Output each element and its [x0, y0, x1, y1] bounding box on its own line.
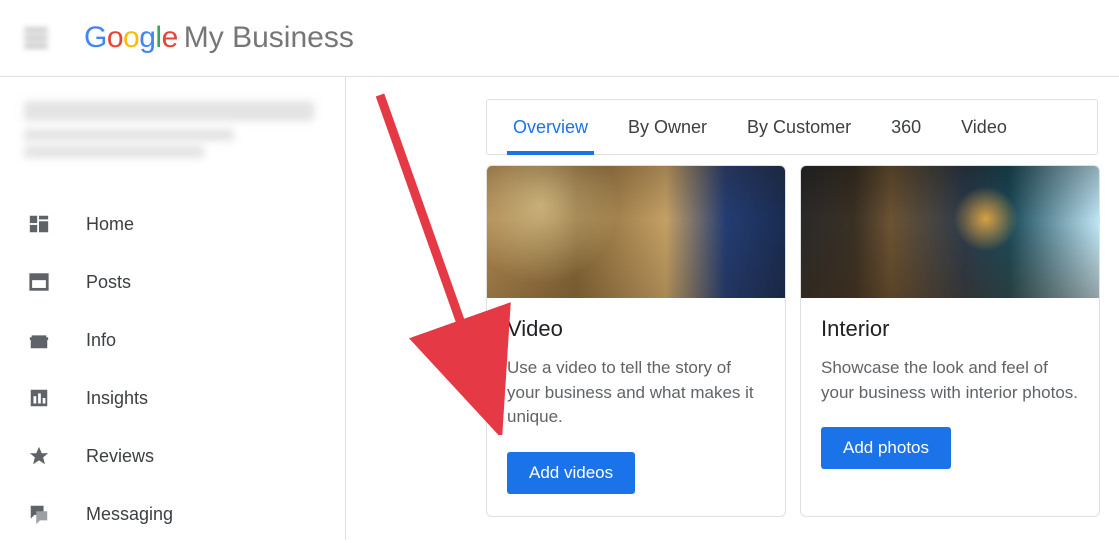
card-title: Video — [507, 316, 765, 342]
sidebar-item-home[interactable]: Home — [0, 195, 345, 253]
home-icon — [28, 213, 50, 235]
sidebar-item-label: Messaging — [86, 504, 173, 525]
card-interior: Interior Showcase the look and feel of y… — [800, 165, 1100, 517]
add-photos-button[interactable]: Add photos — [821, 427, 951, 469]
photo-tabs: Overview By Owner By Customer 360 Video — [486, 99, 1098, 155]
tab-video[interactable]: Video — [941, 100, 1027, 154]
sidebar-item-label: Home — [86, 214, 134, 235]
reviews-icon — [28, 445, 50, 467]
video-thumbnail[interactable] — [487, 166, 785, 298]
tab-label: By Owner — [628, 117, 707, 138]
card-description: Use a video to tell the story of your bu… — [507, 356, 765, 430]
posts-icon — [28, 271, 50, 293]
info-icon — [28, 329, 50, 351]
sidebar-item-label: Insights — [86, 388, 148, 409]
tab-label: Overview — [513, 117, 588, 138]
sidebar: Home Posts Info Insights Reviews Messagi… — [0, 77, 346, 540]
add-videos-button[interactable]: Add videos — [507, 452, 635, 494]
interior-thumbnail[interactable] — [801, 166, 1099, 298]
tab-label: 360 — [891, 117, 921, 138]
sidebar-item-messaging[interactable]: Messaging — [0, 485, 345, 543]
card-body: Interior Showcase the look and feel of y… — [801, 298, 1099, 491]
business-info-blurred — [0, 95, 345, 185]
sidebar-item-insights[interactable]: Insights — [0, 369, 345, 427]
sidebar-item-reviews[interactable]: Reviews — [0, 427, 345, 485]
layout: Home Posts Info Insights Reviews Messagi… — [0, 77, 1119, 540]
insights-icon — [28, 387, 50, 409]
tab-label: Video — [961, 117, 1007, 138]
tab-360[interactable]: 360 — [871, 100, 941, 154]
logo: Google My Business — [84, 21, 354, 55]
hamburger-icon[interactable] — [24, 28, 48, 48]
tab-by-owner[interactable]: By Owner — [608, 100, 727, 154]
tab-overview[interactable]: Overview — [493, 100, 608, 154]
sidebar-item-label: Reviews — [86, 446, 154, 467]
sidebar-item-label: Posts — [86, 272, 131, 293]
tab-by-customer[interactable]: By Customer — [727, 100, 871, 154]
google-logo: Google — [84, 21, 178, 55]
sidebar-item-posts[interactable]: Posts — [0, 253, 345, 311]
tab-label: By Customer — [747, 117, 851, 138]
card-title: Interior — [821, 316, 1079, 342]
card-row: Video Use a video to tell the story of y… — [486, 165, 1119, 517]
card-description: Showcase the look and feel of your busin… — [821, 356, 1079, 405]
product-name: My Business — [184, 21, 354, 55]
main-content: Overview By Owner By Customer 360 Video … — [346, 77, 1119, 540]
messaging-icon — [28, 503, 50, 525]
nav-list: Home Posts Info Insights Reviews Messagi… — [0, 185, 345, 543]
sidebar-item-info[interactable]: Info — [0, 311, 345, 369]
top-bar: Google My Business — [0, 0, 1119, 77]
card-body: Video Use a video to tell the story of y… — [487, 298, 785, 516]
card-video: Video Use a video to tell the story of y… — [486, 165, 786, 517]
sidebar-item-label: Info — [86, 330, 116, 351]
